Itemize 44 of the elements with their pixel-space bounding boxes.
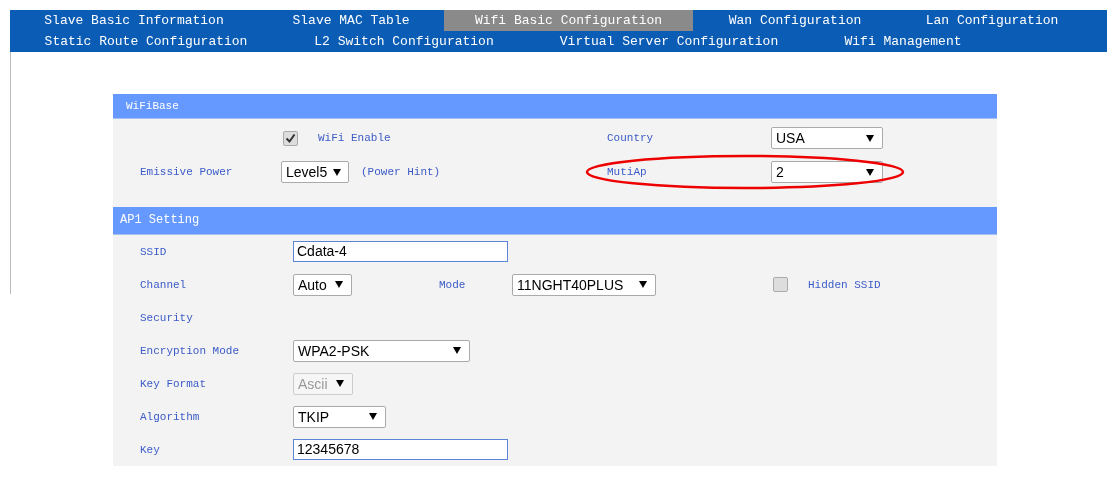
input-field[interactable]: Cdata-4 (293, 241, 508, 262)
field-label: WiFi Enable (318, 132, 391, 144)
dropdown[interactable]: 11NGHT40PLUS (512, 273, 656, 296)
section-title: WiFiBase (126, 100, 179, 112)
dropdown[interactable]: 2 (771, 161, 883, 183)
field-label: SSID (140, 245, 167, 258)
dropdown[interactable]: USA (771, 127, 883, 149)
field-label: MutiAp (607, 166, 647, 178)
caret-icon (335, 281, 343, 288)
input-field[interactable]: 12345678 (293, 439, 508, 460)
caret-icon (866, 168, 874, 176)
dropdown[interactable]: WPA2-PSK (293, 339, 470, 362)
checkbox[interactable] (773, 277, 788, 292)
nav-tab[interactable]: Slave MAC Table (258, 10, 444, 31)
nav-tab[interactable]: Lan Configuration (897, 10, 1087, 31)
caret-icon (453, 347, 461, 354)
field-label: Key (140, 443, 160, 456)
hint-text: (Power Hint) (361, 166, 441, 178)
section-title: AP1 Setting (120, 213, 200, 227)
nav-tab[interactable]: Virtual Server Configuration (526, 31, 812, 52)
field-label: Hidden SSID (808, 278, 881, 291)
field-label: Security (140, 311, 193, 324)
dropdown[interactable]: Level5 (281, 161, 349, 183)
caret-icon (369, 413, 377, 420)
field-label: Channel (140, 278, 187, 291)
dropdown[interactable]: TKIP (293, 405, 386, 428)
field-label: Algorithm (140, 410, 200, 423)
nav-tab[interactable]: Wifi Management (812, 31, 994, 52)
field-label: Encryption Mode (140, 344, 240, 357)
caret-icon (336, 380, 344, 387)
field-label: Country (607, 132, 654, 144)
nav-tab[interactable]: Wan Configuration (693, 10, 897, 31)
field-label: Mode (439, 278, 466, 291)
nav-tab[interactable]: L2 Switch Configuration (282, 31, 526, 52)
nav-tab[interactable]: Static Route Configuration (10, 31, 282, 52)
caret-icon (333, 168, 342, 176)
checkbox[interactable] (283, 130, 298, 146)
caret-icon (639, 281, 647, 288)
dropdown[interactable]: Auto (293, 273, 352, 296)
nav-tab[interactable]: Wifi Basic Configuration (444, 10, 693, 31)
field-label: Emissive Power (140, 166, 233, 178)
nav-tab[interactable]: Slave Basic Information (10, 10, 258, 31)
caret-icon (866, 134, 874, 142)
field-label: Key Format (140, 377, 206, 390)
